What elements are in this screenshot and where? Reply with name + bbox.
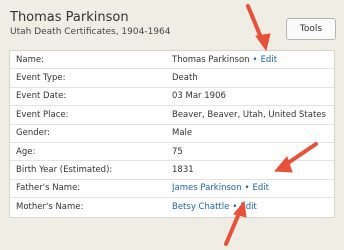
arrow-annotation-icon — [224, 4, 318, 246]
arrow-head — [233, 200, 247, 218]
arrow-shaft — [246, 4, 264, 42]
arrow-shaft — [283, 142, 318, 167]
record-page: Thomas Parkinson Utah Death Certificates… — [0, 0, 344, 250]
arrow-head — [255, 33, 271, 52]
arrow-shaft — [224, 209, 242, 246]
arrow-head — [273, 156, 293, 173]
